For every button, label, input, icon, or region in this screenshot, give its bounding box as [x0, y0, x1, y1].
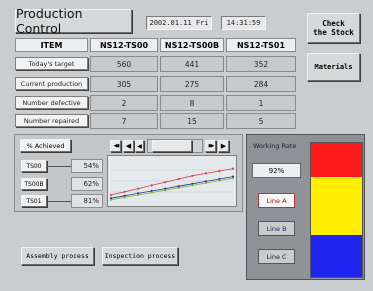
series-line-1 [110, 176, 234, 199]
left-arrow-icon: ◀ [137, 142, 142, 150]
line-b-button[interactable]: Line B [258, 221, 295, 236]
scroll-step-button[interactable]: ◀ [135, 140, 144, 152]
series-point-2 [191, 184, 194, 187]
series-point-0 [204, 172, 207, 175]
scroll-first-button[interactable]: ◀◀ [110, 140, 121, 152]
series-point-2 [150, 191, 153, 194]
time-display: 14:31:59 [221, 16, 266, 30]
line-label-ts01[interactable]: TS01 [21, 195, 47, 207]
series-point-2 [109, 198, 113, 201]
percent-achieved-button[interactable]: % Achieved [20, 139, 71, 152]
table-cell: 305 [90, 76, 158, 92]
scrollbar-thumb[interactable] [152, 140, 193, 152]
series-point-0 [137, 187, 140, 190]
series-line-2 [110, 177, 234, 201]
table-cell: 5 [226, 113, 296, 129]
left-arrow-icon: ◀ [125, 142, 132, 150]
color-segment-yellow [311, 177, 362, 235]
series-point-2 [218, 179, 221, 182]
double-right-arrow-icon: ▶▶ [208, 143, 215, 149]
achieved-value-ts00b: 62% [71, 177, 103, 191]
materials-button[interactable]: Materials [307, 53, 360, 81]
line-a-button[interactable]: Line A [258, 193, 295, 208]
connector-line [47, 166, 71, 167]
scroll-next-button[interactable]: ▶ [218, 140, 229, 152]
table-cell: 441 [160, 56, 224, 72]
line-label-ts00b[interactable]: TS00B [21, 178, 47, 190]
assembly-process-button[interactable]: Assembly process [21, 247, 94, 265]
table-cell: 284 [226, 76, 296, 92]
achievement-trend-chart [107, 155, 237, 207]
line-label-ts00[interactable]: TS00 [21, 160, 47, 172]
series-point-2 [123, 196, 126, 199]
scroll-last-button[interactable]: ▶▶ [205, 140, 216, 152]
working-rate-value: 92% [252, 163, 301, 178]
series-point-0 [164, 181, 167, 184]
trend-chart-svg [109, 167, 235, 201]
series-point-0 [177, 177, 180, 181]
connector-line [47, 201, 71, 202]
color-segment-blue [311, 235, 362, 277]
double-left-arrow-icon: ◀◀ [113, 143, 120, 149]
column-header-ts00b: NS12-TS00B [160, 38, 224, 52]
series-point-0 [231, 167, 235, 170]
table-cell: 352 [226, 56, 296, 72]
table-cell: 7 [90, 113, 158, 129]
row-label-todays-target: Today's target [15, 57, 88, 70]
right-arrow-icon: ▶ [220, 142, 227, 150]
series-point-2 [177, 186, 180, 189]
check-stock-label-line1: Check [322, 19, 345, 28]
series-point-0 [109, 193, 113, 197]
series-point-2 [204, 181, 207, 185]
series-point-0 [191, 174, 194, 177]
check-stock-label-line2: the Stock [313, 28, 354, 37]
line-c-button[interactable]: Line C [258, 249, 295, 264]
row-label-current-production: Current production [15, 77, 88, 90]
series-point-2 [137, 193, 140, 197]
column-header-ts00: NS12-TS00 [90, 38, 158, 52]
table-cell: 275 [160, 76, 224, 92]
achieved-value-ts00: 54% [71, 159, 103, 173]
working-rate-color-bar [310, 142, 363, 278]
series-point-0 [218, 169, 221, 173]
column-header-item: ITEM [15, 38, 88, 52]
series-point-0 [150, 184, 153, 187]
achieved-value-ts01: 81% [71, 194, 103, 208]
series-point-2 [164, 189, 167, 192]
series-point-2 [231, 177, 235, 180]
table-cell: 2 [90, 95, 158, 111]
table-cell: 1 [226, 95, 296, 111]
date-display: 2002.01.11 Fri [146, 16, 212, 30]
table-cell: 8 [160, 95, 224, 111]
inspection-process-button[interactable]: Inspection process [102, 247, 178, 265]
column-header-ts01: NS12-TS01 [226, 38, 296, 52]
row-label-number-defective: Number defective [15, 96, 88, 109]
table-cell: 560 [90, 56, 158, 72]
table-cell: 15 [160, 113, 224, 129]
working-rate-label: Working Rate [253, 142, 297, 150]
series-point-0 [123, 190, 126, 193]
row-label-number-repaired: Number repaired [15, 114, 88, 127]
page-title: Production Control [15, 6, 132, 36]
check-stock-button[interactable]: Check the Stock [307, 13, 360, 43]
scroll-prev-button[interactable]: ◀ [123, 140, 134, 152]
color-segment-red [311, 143, 362, 177]
